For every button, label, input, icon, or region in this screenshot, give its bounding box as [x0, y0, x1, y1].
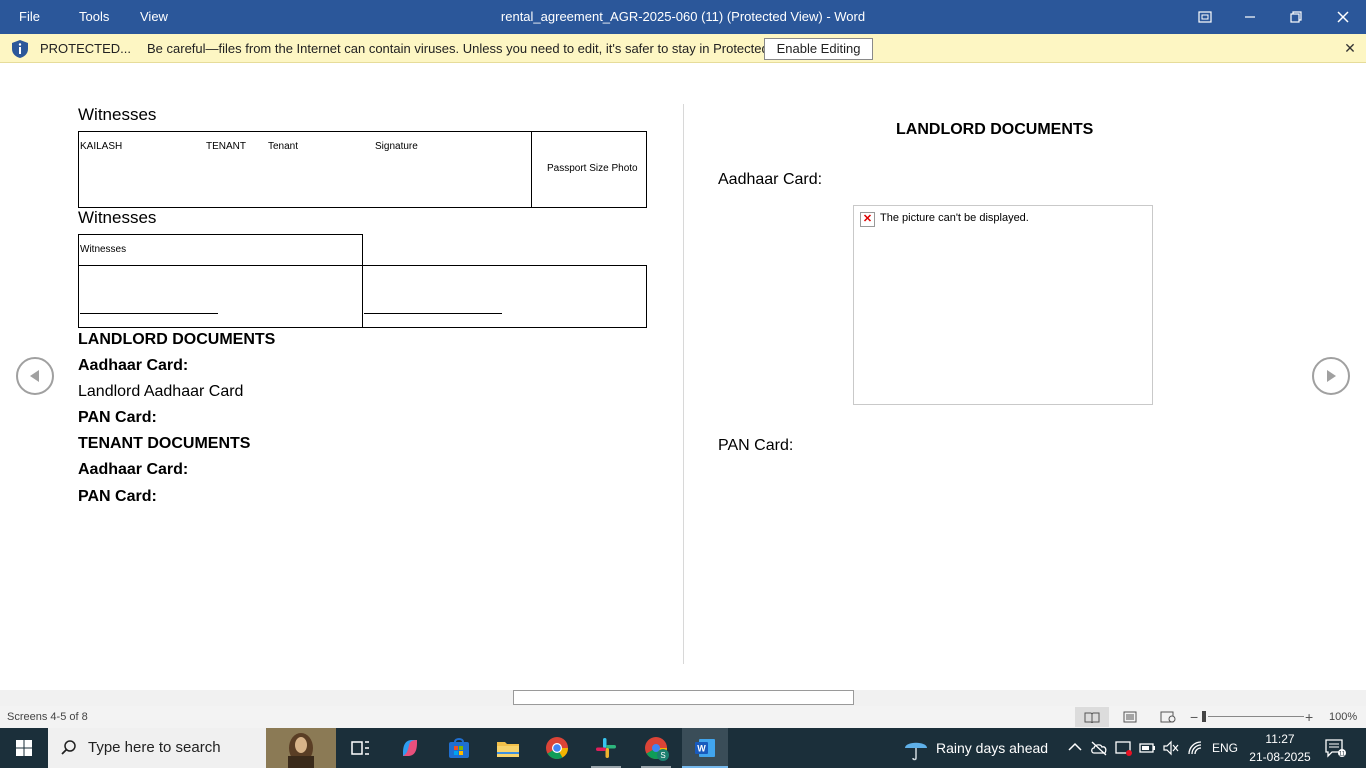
- signature-label: Signature: [375, 141, 418, 152]
- zoom-in-button[interactable]: +: [1305, 709, 1313, 725]
- word-icon: W: [695, 739, 715, 757]
- notifications-icon[interactable]: 11: [1324, 738, 1346, 758]
- onedrive-icon[interactable]: [1090, 740, 1108, 756]
- broken-image-icon: ✕: [860, 212, 875, 227]
- minimize-icon: [1245, 16, 1255, 18]
- focus-mode-icon: [1198, 11, 1212, 23]
- file-explorer-icon[interactable]: [493, 733, 523, 763]
- close-icon: [1337, 11, 1349, 23]
- picture-error-text: The picture can't be displayed.: [880, 212, 1029, 224]
- word-taskbar-button[interactable]: W: [682, 728, 728, 768]
- microsoft-store-icon[interactable]: [444, 733, 474, 763]
- focus-mode-button[interactable]: [1182, 0, 1228, 34]
- zoom-slider-thumb[interactable]: [1202, 711, 1206, 722]
- right-pan-label: PAN Card:: [718, 437, 794, 454]
- witnesses-table-header-label: Witnesses: [80, 244, 127, 255]
- close-button[interactable]: [1320, 0, 1366, 34]
- protected-label: PROTECTED...: [40, 41, 132, 56]
- search-highlight-image-icon: [266, 728, 336, 768]
- witness-2-signature-line: [364, 313, 502, 314]
- page-divider: [683, 104, 684, 664]
- search-icon: [61, 740, 76, 755]
- status-bar: Screens 4-5 of 8 − + 100%: [0, 706, 1366, 728]
- chrome-profile-icon[interactable]: S: [641, 733, 671, 763]
- meet-now-icon[interactable]: [1115, 740, 1133, 756]
- menu-view[interactable]: View: [140, 0, 168, 34]
- shield-info-icon: [12, 40, 28, 58]
- weather-text[interactable]: Rainy days ahead: [936, 728, 1048, 768]
- protected-view-bar: PROTECTED... Be careful—files from the I…: [0, 34, 1366, 63]
- witness-1-signature-line: [80, 313, 218, 314]
- close-message-icon[interactable]: ✕: [1342, 40, 1358, 56]
- zoom-slider[interactable]: [1208, 716, 1304, 717]
- chrome-icon[interactable]: [542, 733, 572, 763]
- passport-photo-label: Passport Size Photo: [547, 163, 638, 174]
- landlord-aadhaar-label: Aadhaar Card:: [78, 357, 189, 374]
- landlord-aadhaar-text: Landlord Aadhaar Card: [78, 383, 244, 400]
- taskbar: Type here to search S W Rainy days ahead: [0, 728, 1366, 768]
- zoom-level[interactable]: 100%: [1329, 706, 1357, 728]
- tenant-documents-heading: TENANT DOCUMENTS: [78, 435, 251, 452]
- tenant-role-upper: TENANT: [206, 141, 246, 152]
- protected-message: Be careful—files from the Internet can c…: [147, 41, 804, 56]
- restore-button[interactable]: [1273, 0, 1319, 34]
- landlord-pan-label: PAN Card:: [78, 409, 157, 426]
- minimize-button[interactable]: [1227, 0, 1273, 34]
- read-mode-icon: [1084, 712, 1100, 723]
- broken-picture: ✕ The picture can't be displayed.: [853, 205, 1153, 405]
- witnesses-heading-1: Witnesses: [78, 105, 157, 124]
- web-layout-button[interactable]: [1151, 707, 1185, 727]
- network-icon[interactable]: [1187, 740, 1205, 756]
- read-mode-button[interactable]: [1075, 707, 1109, 727]
- enable-editing-button[interactable]: Enable Editing: [764, 38, 873, 60]
- speaker-muted-icon[interactable]: [1162, 740, 1180, 756]
- horizontal-scrollbar[interactable]: [0, 690, 1366, 706]
- web-layout-icon: [1160, 711, 1176, 723]
- tenant-name: KAILASH: [80, 141, 123, 152]
- task-view-icon[interactable]: [345, 733, 375, 763]
- restore-icon: [1290, 11, 1302, 23]
- menu-file[interactable]: File: [19, 0, 40, 34]
- arrow-right-icon: [1327, 370, 1336, 382]
- svg-text:S: S: [660, 751, 665, 760]
- system-clock[interactable]: 11:27 21-08-2025: [1240, 730, 1320, 766]
- document-pages: Witnesses KAILASH TENANT Tenant Signatur…: [0, 63, 1366, 690]
- chevron-up-icon[interactable]: [1068, 742, 1082, 752]
- print-layout-button[interactable]: [1113, 707, 1147, 727]
- right-aadhaar-label: Aadhaar Card:: [718, 171, 823, 188]
- start-button[interactable]: [9, 733, 39, 763]
- tenant-aadhaar-label: Aadhaar Card:: [78, 461, 189, 478]
- slack-icon[interactable]: [591, 733, 621, 763]
- window-title: rental_agreement_AGR-2025-060 (11) (Prot…: [500, 9, 866, 24]
- menu-tools[interactable]: Tools: [79, 0, 109, 34]
- clock-date: 21-08-2025: [1249, 750, 1311, 764]
- clock-time: 11:27: [1265, 732, 1295, 746]
- right-landlord-heading: LANDLORD DOCUMENTS: [896, 121, 1094, 138]
- tenant-pan-label: PAN Card:: [78, 488, 157, 505]
- witnesses-heading-2: Witnesses: [78, 208, 157, 227]
- landlord-documents-heading: LANDLORD DOCUMENTS: [78, 331, 276, 348]
- zoom-out-button[interactable]: −: [1190, 709, 1198, 725]
- screen-count: Screens 4-5 of 8: [7, 711, 88, 723]
- print-layout-icon: [1123, 711, 1137, 723]
- scrollbar-thumb[interactable]: [513, 690, 854, 705]
- search-placeholder: Type here to search: [88, 739, 221, 756]
- tenant-role: Tenant: [268, 141, 299, 152]
- next-screen-button[interactable]: [1312, 357, 1350, 395]
- svg-text:W: W: [697, 744, 706, 754]
- taskbar-search[interactable]: Type here to search: [48, 728, 336, 768]
- title-bar: rental_agreement_AGR-2025-060 (11) (Prot…: [0, 0, 1366, 34]
- witnesses-table-divider: [362, 265, 363, 328]
- umbrella-weather-icon[interactable]: [902, 736, 930, 762]
- battery-icon[interactable]: [1139, 741, 1157, 755]
- language-indicator[interactable]: ENG: [1212, 728, 1238, 768]
- copilot-icon[interactable]: [395, 733, 425, 763]
- svg-text:11: 11: [1339, 752, 1346, 758]
- previous-screen-button[interactable]: [16, 357, 54, 395]
- arrow-left-icon: [30, 370, 39, 382]
- windows-logo-icon: [16, 740, 32, 756]
